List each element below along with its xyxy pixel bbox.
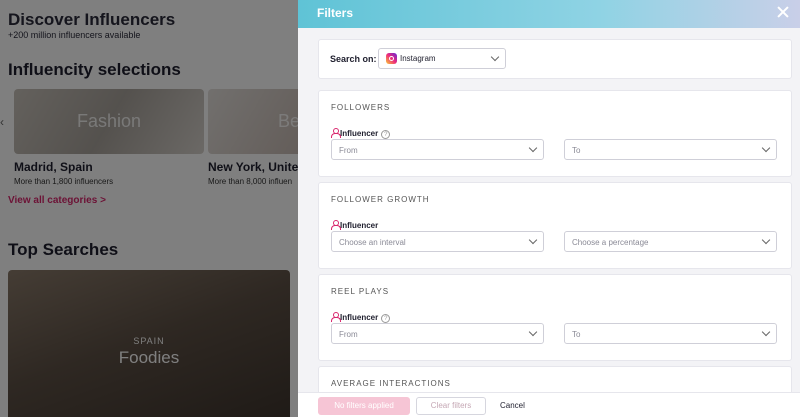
help-icon[interactable]: ? (381, 130, 391, 139)
select-placeholder: To (572, 146, 581, 155)
chevron-down-icon (761, 235, 771, 245)
platform-select-value: Instagram (400, 54, 436, 63)
follower-growth-section: FOLLOWER GROWTH Influencer Choose an int… (318, 182, 792, 269)
influencer-label: Influencer? (331, 312, 391, 323)
user-icon (331, 128, 341, 138)
search-on-panel: Search on: Instagram (318, 39, 792, 79)
followers-section: FOLLOWERS Influencer? From To (318, 90, 792, 177)
platform-select[interactable]: Instagram (378, 48, 506, 69)
drawer-header: Filters (298, 0, 800, 28)
influencer-label-text: Influencer (340, 129, 379, 138)
clear-filters-button[interactable]: Clear filters (416, 397, 486, 415)
influencer-label: Influencer? (331, 128, 391, 139)
user-icon (331, 312, 341, 322)
help-icon[interactable]: ? (381, 314, 391, 323)
select-placeholder: Choose an interval (339, 238, 406, 247)
chevron-down-icon (761, 143, 771, 153)
followers-from-select[interactable]: From (331, 139, 544, 160)
section-title: FOLLOWERS (331, 103, 391, 112)
select-placeholder: From (339, 330, 358, 339)
influencer-label-text: Influencer (340, 221, 379, 230)
select-placeholder: Choose a percentage (572, 238, 649, 247)
chevron-down-icon (761, 327, 771, 337)
reel-plays-to-select[interactable]: To (564, 323, 777, 344)
search-on-label: Search on: (330, 54, 377, 64)
user-icon (331, 220, 341, 230)
section-title: AVERAGE INTERACTIONS (331, 379, 451, 388)
select-placeholder: From (339, 146, 358, 155)
section-title: FOLLOWER GROWTH (331, 195, 430, 204)
cancel-button[interactable]: Cancel (500, 401, 525, 410)
chevron-down-icon (528, 143, 538, 153)
influencer-label-text: Influencer (340, 313, 379, 322)
growth-interval-select[interactable]: Choose an interval (331, 231, 544, 252)
select-placeholder: To (572, 330, 581, 339)
followers-to-select[interactable]: To (564, 139, 777, 160)
chevron-down-icon (528, 235, 538, 245)
growth-percentage-select[interactable]: Choose a percentage (564, 231, 777, 252)
drawer-title: Filters (317, 6, 354, 20)
reel-plays-section: REEL PLAYS Influencer? From To (318, 274, 792, 361)
drawer-footer: No filters applied Clear filters Cancel (298, 392, 800, 417)
reel-plays-from-select[interactable]: From (331, 323, 544, 344)
instagram-icon (386, 53, 397, 64)
chevron-down-icon (528, 327, 538, 337)
filters-drawer: Filters Search on: Instagram FOLLOWERS I… (298, 0, 800, 417)
close-icon[interactable] (776, 5, 790, 19)
section-title: REEL PLAYS (331, 287, 390, 296)
chevron-down-icon (490, 52, 500, 62)
influencer-label: Influencer (331, 220, 378, 230)
apply-filters-button[interactable]: No filters applied (318, 397, 410, 415)
